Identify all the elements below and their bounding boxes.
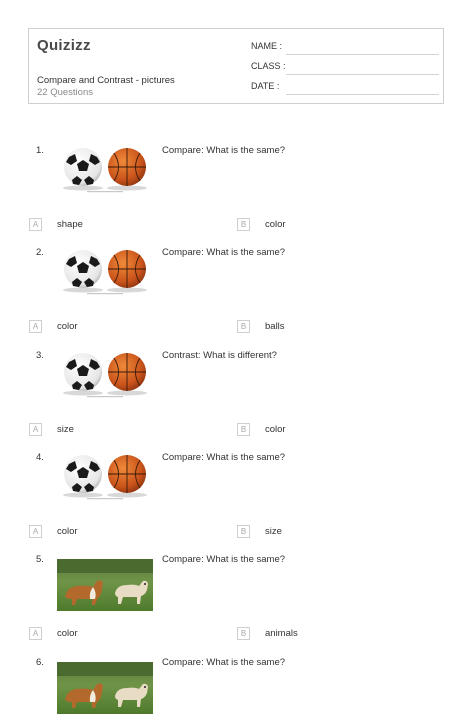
option-text: size bbox=[57, 424, 74, 435]
balls-icon bbox=[57, 450, 153, 502]
option-text: shape bbox=[57, 219, 83, 230]
class-line[interactable] bbox=[286, 74, 439, 75]
question-text: Compare: What is the same? bbox=[162, 554, 286, 565]
date-label: DATE : bbox=[251, 81, 280, 91]
question-number: 1. bbox=[36, 145, 44, 156]
worksheet-title: Compare and Contrast - pictures bbox=[37, 75, 175, 86]
option-letter-box[interactable]: A bbox=[29, 627, 42, 640]
option-text: animals bbox=[265, 628, 298, 639]
option-letter-box[interactable]: A bbox=[29, 423, 42, 436]
balls-icon bbox=[57, 348, 153, 400]
question-text: Contrast: What is different? bbox=[162, 350, 277, 361]
question-number: 5. bbox=[36, 554, 44, 565]
question-text: Compare: What is the same? bbox=[162, 452, 286, 463]
option-letter-box[interactable]: A bbox=[29, 525, 42, 538]
quizizz-logo: Quizizz bbox=[37, 37, 91, 54]
dogs-icon bbox=[57, 559, 153, 611]
option-text: color bbox=[57, 321, 78, 332]
option-text: color bbox=[265, 424, 286, 435]
option-text: color bbox=[265, 219, 286, 230]
option-letter-box[interactable]: B bbox=[237, 627, 250, 640]
option-text: size bbox=[265, 526, 282, 537]
question-count: 22 Questions bbox=[37, 87, 93, 98]
question-number: 2. bbox=[36, 247, 44, 258]
date-line[interactable] bbox=[286, 94, 439, 95]
option-text: balls bbox=[265, 321, 285, 332]
name-label: NAME : bbox=[251, 41, 283, 51]
option-letter-box[interactable]: A bbox=[29, 218, 42, 231]
question-text: Compare: What is the same? bbox=[162, 145, 286, 156]
option-text: color bbox=[57, 628, 78, 639]
balls-icon bbox=[57, 143, 153, 195]
question-text: Compare: What is the same? bbox=[162, 657, 286, 668]
class-label: CLASS : bbox=[251, 61, 286, 71]
question-number: 6. bbox=[36, 657, 44, 668]
name-line[interactable] bbox=[286, 54, 439, 55]
option-letter-box[interactable]: B bbox=[237, 423, 250, 436]
option-letter-box[interactable]: B bbox=[237, 218, 250, 231]
class-field[interactable]: CLASS : bbox=[251, 61, 439, 75]
question-number: 3. bbox=[36, 350, 44, 361]
option-letter-box[interactable]: A bbox=[29, 320, 42, 333]
name-field[interactable]: NAME : bbox=[251, 41, 439, 55]
date-field[interactable]: DATE : bbox=[251, 81, 439, 95]
option-letter-box[interactable]: B bbox=[237, 320, 250, 333]
balls-icon bbox=[57, 245, 153, 297]
question-text: Compare: What is the same? bbox=[162, 247, 286, 258]
option-letter-box[interactable]: B bbox=[237, 525, 250, 538]
option-text: color bbox=[57, 526, 78, 537]
question-number: 4. bbox=[36, 452, 44, 463]
worksheet-header: Quizizz Compare and Contrast - pictures … bbox=[28, 28, 444, 104]
